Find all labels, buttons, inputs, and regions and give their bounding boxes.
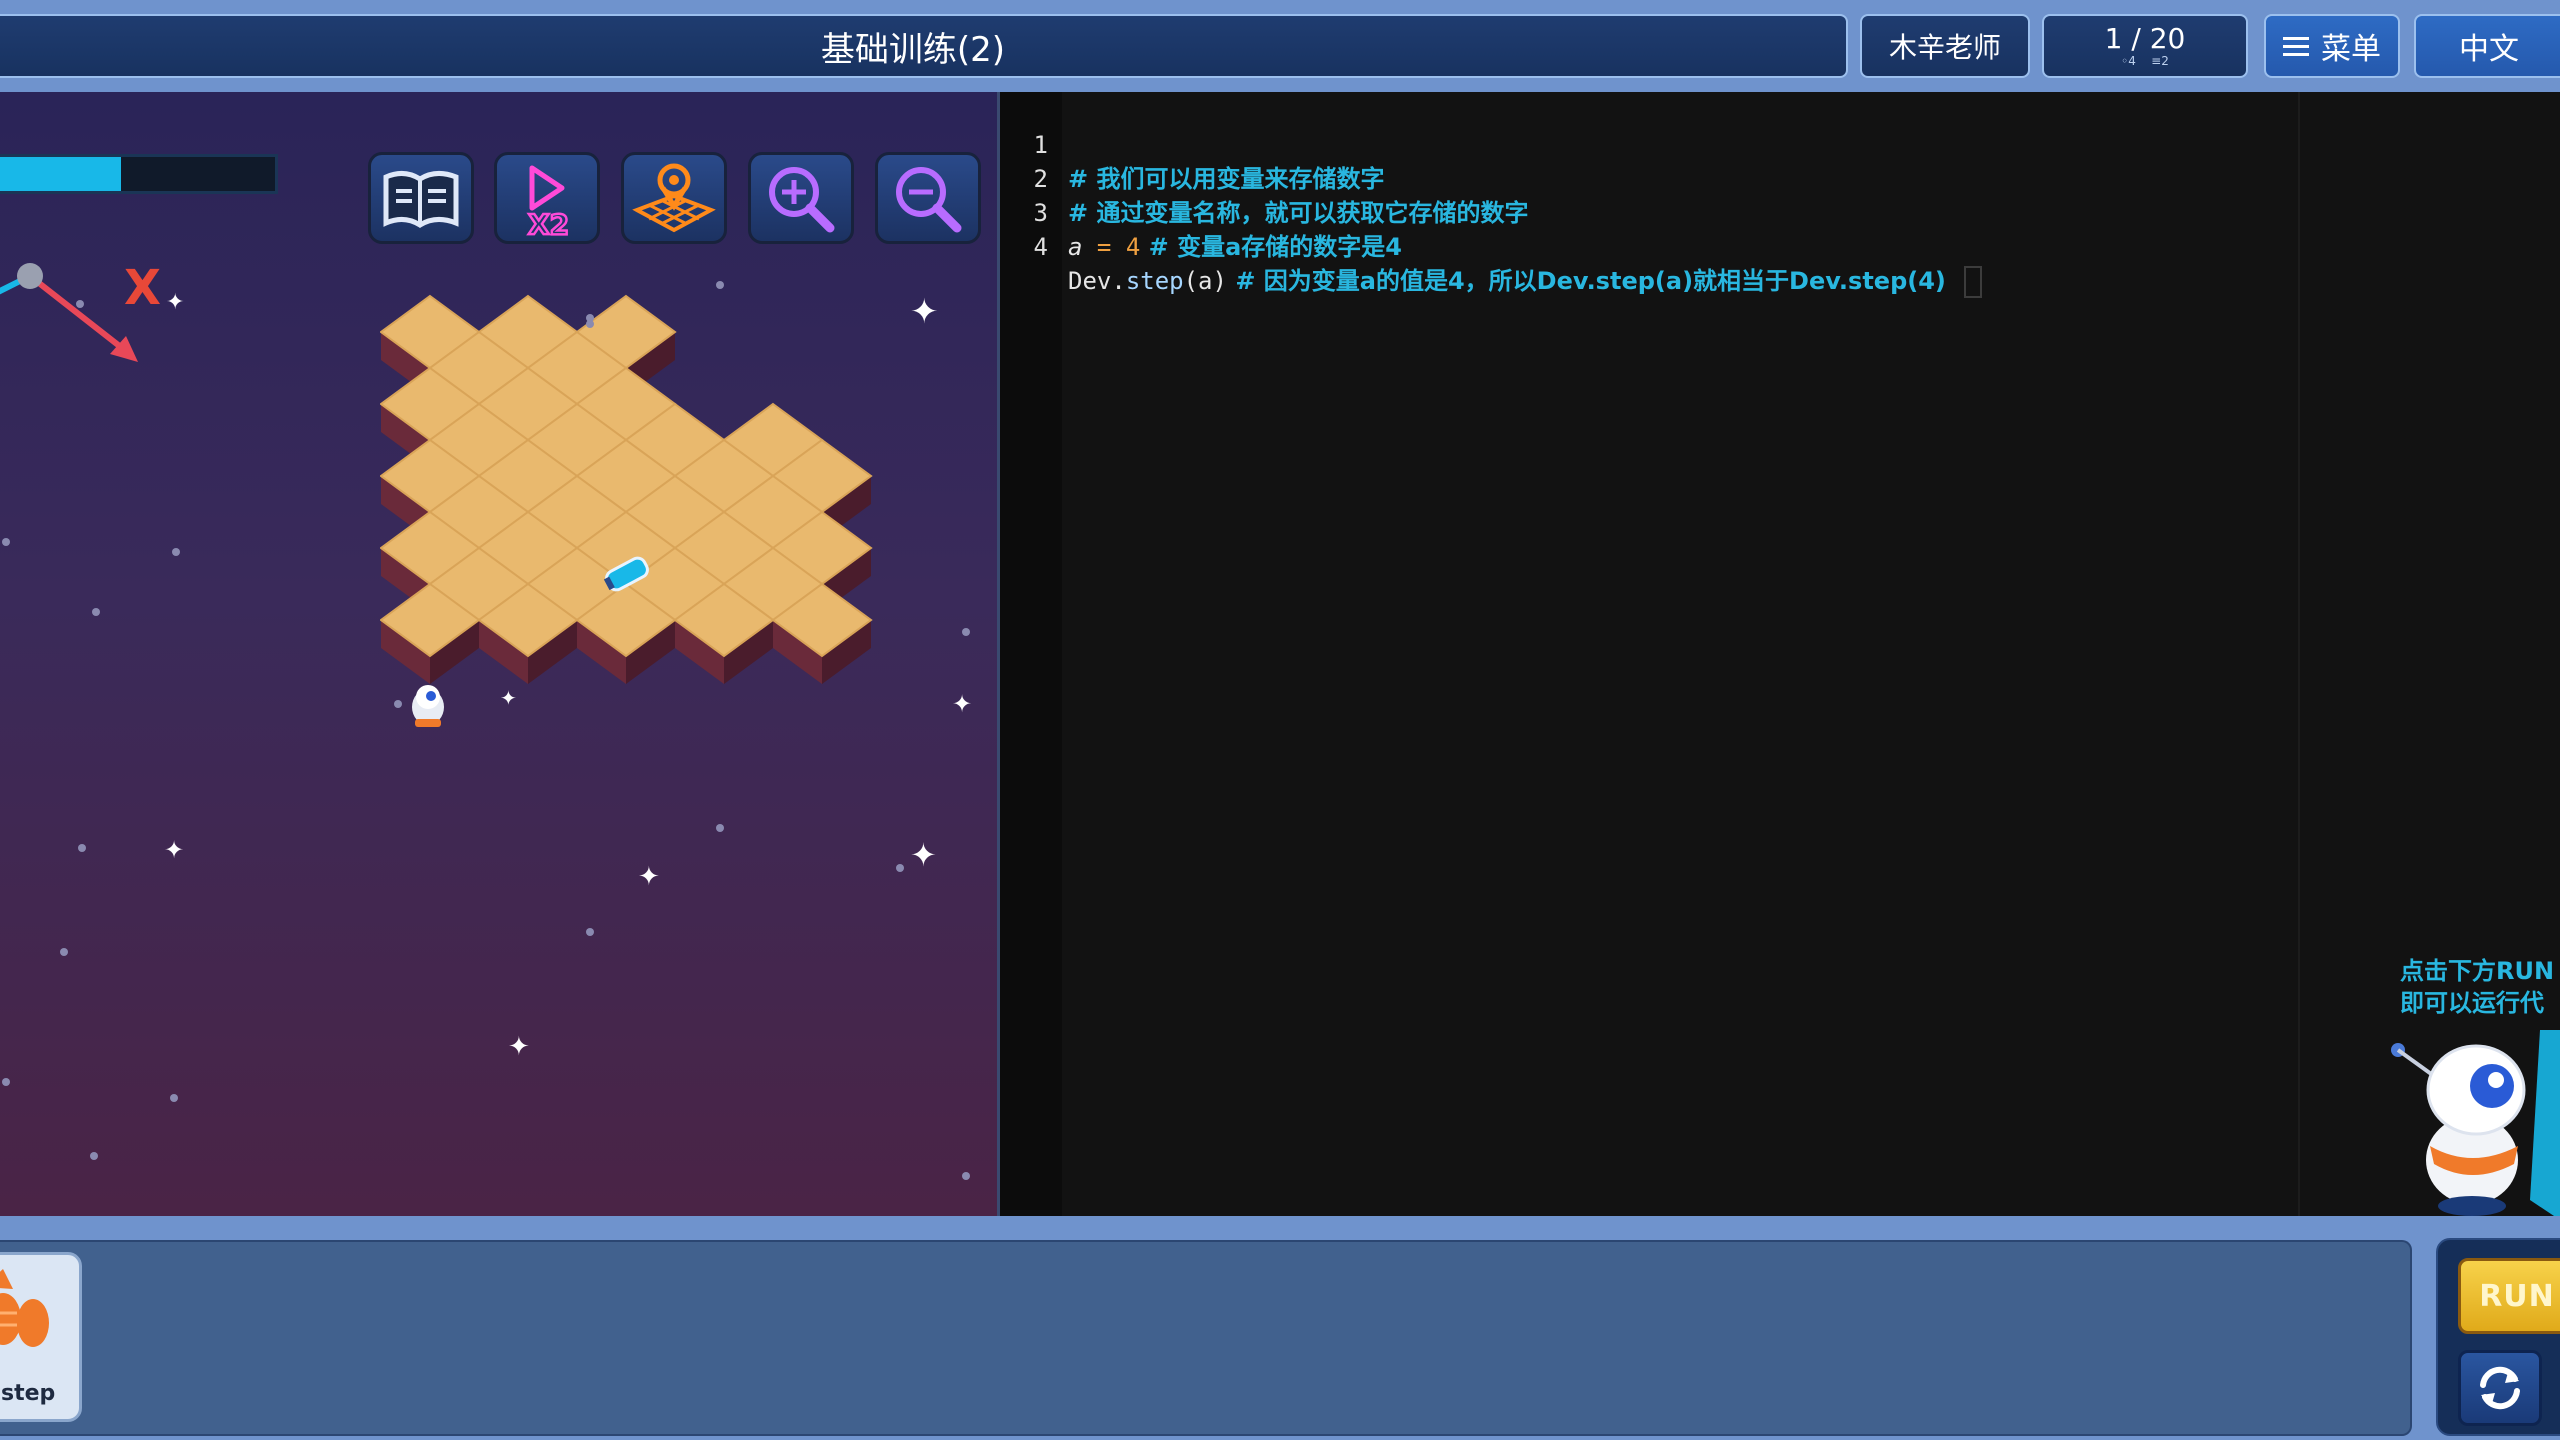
language-label: 中文 (2459, 32, 2519, 67)
space-dot (76, 300, 84, 308)
space-dot (2, 1078, 10, 1086)
code-object: Dev (1068, 267, 1112, 295)
code-line-2[interactable]: 2 # 通过变量名称，就可以获取它存储的数字 (1000, 128, 1529, 227)
space-dot (92, 608, 100, 616)
step-command-card[interactable]: step (0, 1252, 82, 1422)
run-label: RUN (2479, 1278, 2555, 1314)
space-dot (586, 314, 594, 322)
hint-line-2: 即可以运行代 (2400, 989, 2544, 1017)
hamburger-icon (2283, 32, 2309, 61)
assistant-robot (2391, 1030, 2560, 1220)
space-dots (2, 281, 970, 1180)
space-dot (90, 1152, 98, 1160)
code-comment: # 因为变量a的值是4，所以Dev.step(a)就相当于Dev.step(4) (1226, 267, 1946, 295)
progress-stats: ◦4 ≡2 (2121, 54, 2169, 68)
teacher-button[interactable]: 木辛老师 (1860, 14, 2030, 78)
code-operator: = (1082, 233, 1126, 261)
top-bar: 基础训练(2) 木辛老师 1 / 20 ◦4 ≡2 菜单 中文 (0, 0, 2560, 92)
space-dot (78, 844, 86, 852)
refresh-icon (2480, 1366, 2520, 1410)
level-title: 基础训练(2) (820, 29, 1006, 70)
space-dot (172, 548, 180, 556)
progress-stat-b: 2 (2161, 54, 2169, 68)
bottom-bar: step RUN (0, 1216, 2560, 1440)
space-dot (394, 700, 402, 708)
step-command-label: step (1, 1381, 56, 1406)
space-dot (586, 928, 594, 936)
code-number: 4 (1125, 233, 1141, 261)
run-button[interactable]: RUN (2458, 1258, 2560, 1334)
menu-label: 菜单 (2321, 32, 2381, 67)
code-function: step (1125, 267, 1184, 295)
assistant-hint: 点击下方RUN 即可以运行代 (2400, 955, 2560, 1019)
run-control-panel: RUN (2436, 1238, 2560, 1436)
code-comment: # 我们可以用变量来存储数字 (1068, 165, 1385, 193)
code-line-4[interactable]: 4 Dev.step(a) # 因为变量a的值是4，所以Dev.step(a)就… (1000, 196, 1982, 298)
footsteps-icon (0, 1269, 49, 1347)
space-dot (716, 281, 724, 289)
space-dot (896, 864, 904, 872)
code-line-3[interactable]: 3 a = 4 # 变量a存储的数字是4 (1000, 162, 1402, 261)
hint-line-1: 点击下方RUN (2400, 957, 2555, 985)
level-progress[interactable]: 1 / 20 ◦4 ≡2 (2042, 14, 2248, 78)
language-button[interactable]: 中文 (2414, 14, 2560, 78)
line-number: 4 (1033, 233, 1048, 261)
text-cursor (1963, 266, 1982, 298)
space-dot (962, 1172, 970, 1180)
level-title-bar: 基础训练(2) (0, 14, 1848, 78)
code-comment: # 通过变量名称，就可以获取它存储的数字 (1068, 199, 1529, 227)
game-view[interactable]: X2 X ✦ ✦ ✦ ✦ ✦ ✦ ✦ ✦ (0, 92, 997, 1216)
code-line-1[interactable]: 1 # 我们可以用变量来存储数字 (1000, 94, 1385, 193)
progress-stat-a: 4 (2128, 54, 2136, 68)
space-dot (60, 948, 68, 956)
code-variable: a (1068, 233, 1083, 261)
menu-button[interactable]: 菜单 (2264, 14, 2400, 78)
code-arguments: (a) (1183, 267, 1227, 295)
code-editor[interactable]: 1 # 我们可以用变量来存储数字 2 # 通过变量名称，就可以获取它存储的数字 … (997, 92, 2560, 1216)
code-dot: . (1111, 267, 1126, 295)
print-margin (2298, 92, 2300, 1216)
reset-button[interactable] (2458, 1350, 2542, 1426)
code-comment: # 变量a存储的数字是4 (1140, 233, 1402, 261)
teacher-name: 木辛老师 (1888, 31, 2001, 64)
space-dot (962, 628, 970, 636)
space-dot (2, 538, 10, 546)
progress-text: 1 / 20 (2104, 22, 2186, 55)
space-dot (716, 824, 724, 832)
command-palette (0, 1240, 2412, 1436)
space-dot (170, 1094, 178, 1102)
